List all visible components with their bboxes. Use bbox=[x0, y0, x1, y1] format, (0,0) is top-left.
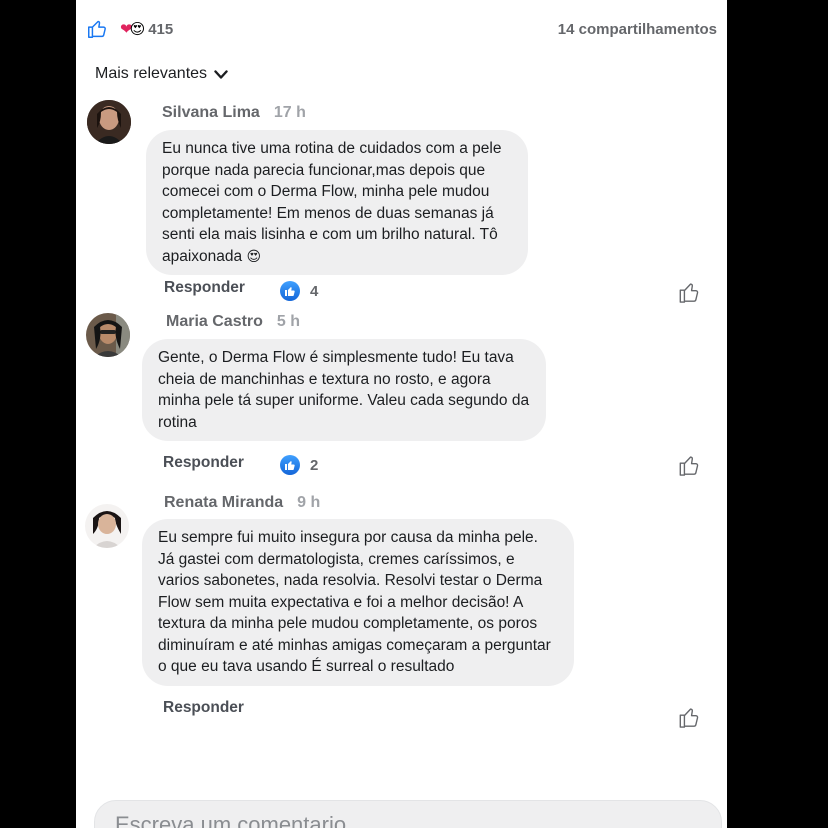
avatar[interactable] bbox=[87, 100, 131, 144]
like-button-icon[interactable] bbox=[678, 705, 700, 729]
sort-dropdown[interactable]: Mais relevantes bbox=[95, 65, 228, 83]
sort-label: Mais relevantes bbox=[95, 65, 208, 82]
avatar-image bbox=[86, 313, 130, 357]
comment-time[interactable]: 5 h bbox=[277, 313, 300, 331]
comment-header: Maria Castro 5 h bbox=[166, 313, 300, 331]
like-button-icon[interactable] bbox=[678, 453, 700, 477]
comment-input[interactable] bbox=[113, 811, 697, 828]
avatar[interactable] bbox=[86, 313, 130, 357]
like-badge-icon bbox=[280, 281, 300, 301]
reactions-summary[interactable]: ❤ 😍 415 bbox=[86, 18, 173, 40]
comment-author[interactable]: Renata Miranda bbox=[164, 494, 283, 512]
avatar-image bbox=[85, 504, 129, 548]
comment-header: Renata Miranda 9 h bbox=[164, 494, 320, 512]
comment-text: Gente, o Derma Flow é simplesmente tudo!… bbox=[158, 349, 530, 431]
comment-composer[interactable] bbox=[94, 800, 722, 828]
heart-eyes-emoji-icon: 😍 bbox=[246, 247, 262, 264]
reply-button[interactable]: Responder bbox=[164, 279, 245, 297]
comment-time[interactable]: 9 h bbox=[297, 494, 320, 512]
avatar[interactable] bbox=[85, 504, 129, 548]
comment-like-count[interactable]: 2 bbox=[280, 455, 318, 475]
reply-button[interactable]: Responder bbox=[163, 454, 244, 472]
comment-header: Silvana Lima 17 h bbox=[162, 104, 306, 122]
comment-like-count[interactable]: 4 bbox=[280, 281, 318, 301]
like-count: 4 bbox=[310, 282, 319, 300]
like-count: 2 bbox=[310, 456, 319, 474]
comment-bubble: Eu nunca tive uma rotina de cuidados com… bbox=[146, 130, 528, 275]
comment-time[interactable]: 17 h bbox=[274, 104, 306, 122]
comments-panel: ❤ 😍 415 14 compartilhamentos Mais releva… bbox=[76, 0, 727, 828]
comment-author[interactable]: Maria Castro bbox=[166, 313, 263, 331]
comment-bubble: Eu sempre fui muito insegura por causa d… bbox=[142, 519, 574, 686]
like-outline-icon bbox=[88, 20, 106, 38]
like-button-icon[interactable] bbox=[678, 280, 700, 304]
like-badge-icon bbox=[280, 455, 300, 475]
comment-text: Eu nunca tive uma rotina de cuidados com… bbox=[162, 140, 502, 265]
shares-count[interactable]: 14 compartilhamentos bbox=[558, 21, 717, 38]
comment-author[interactable]: Silvana Lima bbox=[162, 104, 260, 122]
reply-button[interactable]: Responder bbox=[163, 699, 244, 717]
avatar-image bbox=[87, 100, 131, 144]
chevron-down-icon bbox=[214, 70, 228, 79]
reaction-count: 415 bbox=[148, 20, 174, 38]
comment-bubble: Gente, o Derma Flow é simplesmente tudo!… bbox=[142, 339, 546, 441]
comment-text: Eu sempre fui muito insegura por causa d… bbox=[158, 529, 551, 675]
heart-eyes-reaction-icon: 😍 bbox=[129, 20, 146, 38]
